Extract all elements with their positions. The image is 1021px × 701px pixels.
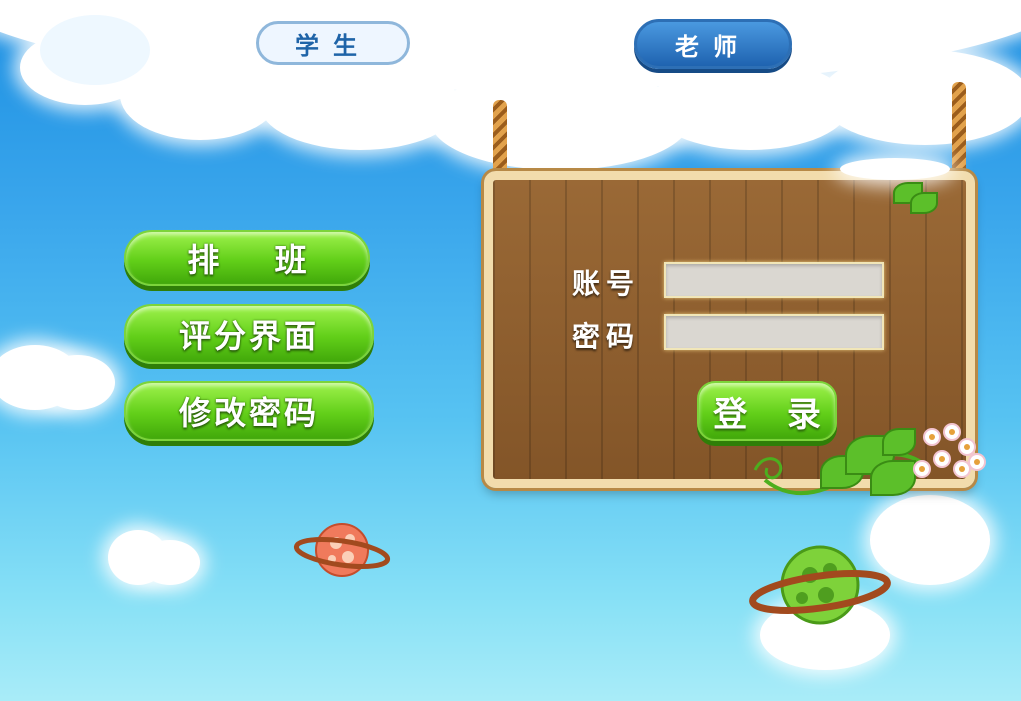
tab-teacher[interactable]: 老师 [634,19,792,69]
tab-student[interactable]: 学生 [256,21,410,65]
account-label: 账号 [572,267,641,300]
scoring-button[interactable]: 评分界面 [124,304,374,364]
account-field[interactable] [664,262,884,298]
schedule-button[interactable]: 排 班 [124,230,370,286]
password-label: 密码 [572,320,641,353]
board-snow-cap [840,158,950,180]
change-password-button[interactable]: 修改密码 [124,381,374,441]
password-field[interactable] [664,314,884,350]
